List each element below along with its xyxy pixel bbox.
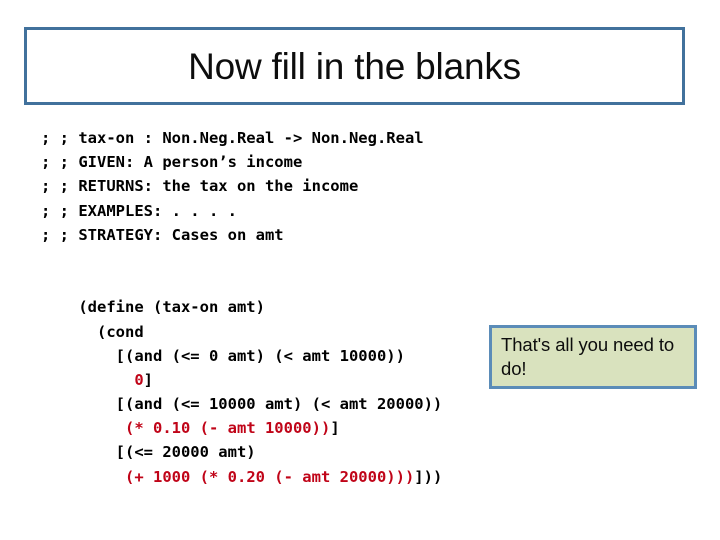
code-segment: ] [143, 370, 154, 389]
code-segment: [(and (<= 10000 amt) (< amt 20000)) [78, 395, 443, 414]
code-segment: ])) [414, 467, 443, 486]
code-segment-highlight: (+ 1000 (* 0.20 (- amt 20000))) [125, 467, 415, 486]
code-segment-highlight: (* 0.10 (- amt 10000)) [125, 419, 331, 438]
code-comment-line: ; ; tax-on : Non.Neg.Real -> Non.Neg.Rea… [41, 129, 424, 147]
code-block: ; ; tax-on : Non.Neg.Real -> Non.Neg.Rea… [41, 126, 681, 486]
code-segment-indent [78, 468, 125, 486]
slide-title-box: Now fill in the blanks [24, 27, 685, 105]
code-comment-line: ; ; GIVEN: A person’s income [41, 153, 303, 172]
code-segment: ] [330, 419, 340, 438]
code-segment: [(and (<= 0 amt) (< amt 10000)) [78, 346, 405, 365]
code-segment: (define (tax-on amt) [78, 298, 265, 317]
code-segment-highlight: 0 [134, 370, 144, 389]
code-segment-indent [78, 371, 134, 389]
code-segment: (cond [78, 322, 144, 341]
code-comment-line: ; ; EXAMPLES: . . . . [41, 201, 237, 220]
page-title: Now fill in the blanks [188, 45, 521, 87]
code-definition-line: (define (tax-on amt) [41, 271, 681, 316]
code-spacer-line [41, 247, 681, 271]
callout-box: That's all you need to do! [489, 325, 697, 389]
code-segment-indent [78, 419, 125, 437]
code-comment-line: ; ; STRATEGY: Cases on amt [41, 225, 284, 244]
code-segment: [(<= 20000 amt) [78, 443, 256, 462]
code-comment-line: ; ; RETURNS: the tax on the income [41, 177, 359, 196]
callout-text: That's all you need to do! [501, 334, 675, 379]
